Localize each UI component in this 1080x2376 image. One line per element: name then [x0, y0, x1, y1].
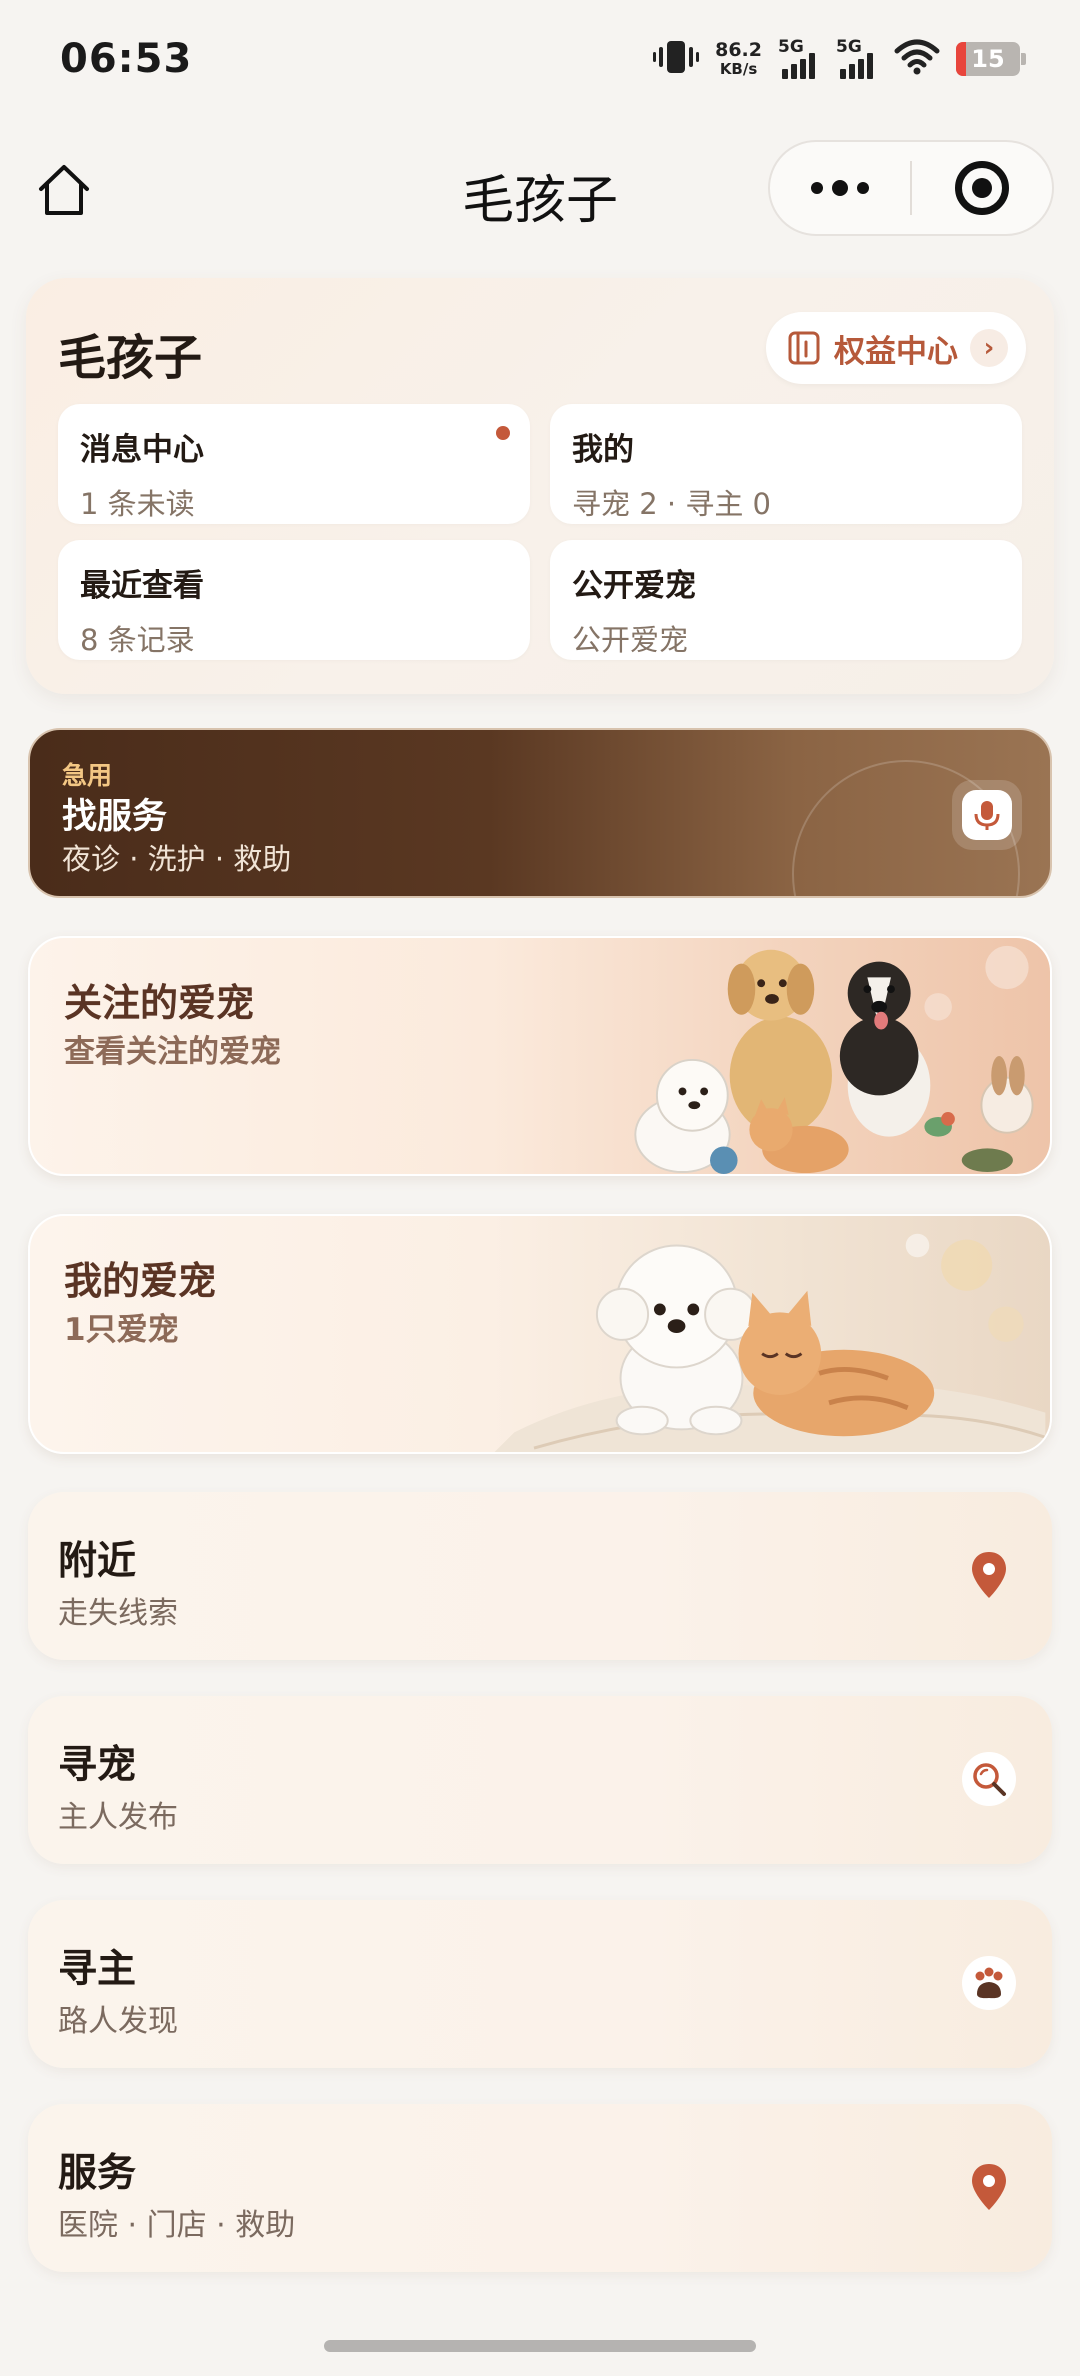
tile-title: 最近查看 — [80, 568, 204, 604]
voice-button[interactable] — [952, 780, 1022, 850]
microphone-icon — [974, 801, 1000, 830]
more-dots-icon — [811, 180, 869, 196]
find-pet-card[interactable]: 寻宠 主人发布 — [28, 1696, 1052, 1864]
chevron-right-icon: › — [970, 329, 1008, 367]
tile-recently-viewed[interactable]: 最近查看 8 条记录 — [58, 540, 530, 660]
wifi-icon — [894, 39, 940, 79]
banner-subtitle: 夜诊 · 洗护 · 救助 — [62, 842, 292, 876]
target-circle-icon — [955, 161, 1009, 215]
quick-tiles: 消息中心 1 条未读 我的 寻宠 2 · 寻主 0 最近查看 8 条记录 公开爱… — [58, 404, 1022, 660]
unread-dot — [496, 426, 510, 440]
tile-title: 公开爱宠 — [572, 568, 696, 604]
card-subtitle: 1只爱宠 — [64, 1312, 179, 1348]
status-bar: 06:53 86.2 KB/s 5G 5G 15 — [0, 0, 1080, 118]
card-subtitle: 查看关注的爱宠 — [64, 1034, 281, 1070]
tile-subtitle: 1 条未读 — [80, 487, 195, 521]
vibrate-icon — [653, 37, 700, 81]
card-title: 服务 — [58, 2151, 137, 2196]
more-button[interactable] — [770, 142, 910, 234]
paw-icon — [956, 1950, 1022, 2016]
nav-bar: 毛孩子 — [0, 130, 1080, 250]
find-service-banner[interactable]: 急用 找服务 夜诊 · 洗护 · 救助 — [28, 728, 1052, 898]
tile-mine[interactable]: 我的 寻宠 2 · 寻主 0 — [550, 404, 1022, 524]
urgent-tag: 急用 — [62, 761, 113, 790]
search-magnifier-icon — [956, 1746, 1022, 1812]
card-subtitle: 路人发现 — [58, 2004, 178, 2039]
signal-strength-icon: 5G — [778, 37, 820, 81]
signal-strength-icon: 5G — [836, 37, 878, 81]
status-time: 06:53 — [60, 36, 193, 82]
app-screen: 06:53 86.2 KB/s 5G 5G 15 毛孩子 毛孩子 权益中心 › … — [0, 0, 1080, 2376]
card-subtitle: 主人发布 — [58, 1800, 178, 1835]
tile-subtitle: 寻宠 2 · 寻主 0 — [572, 487, 771, 521]
card-title: 寻主 — [58, 1947, 137, 1992]
battery-icon: 15 — [956, 42, 1026, 76]
tile-subtitle: 8 条记录 — [80, 623, 195, 657]
tile-public-pets[interactable]: 公开爱宠 公开爱宠 — [550, 540, 1022, 660]
tile-message-center[interactable]: 消息中心 1 条未读 — [58, 404, 530, 524]
services-card[interactable]: 服务 医院 · 门店 · 救助 — [28, 2104, 1052, 2272]
banner-title: 找服务 — [62, 797, 168, 837]
card-title: 附近 — [58, 1539, 137, 1584]
card-title: 寻宠 — [58, 1743, 137, 1788]
card-title: 我的爱宠 — [64, 1259, 217, 1303]
overview-card: 毛孩子 权益中心 › 消息中心 1 条未读 我的 寻宠 2 · 寻主 0 最近查… — [26, 278, 1054, 694]
home-indicator[interactable] — [324, 2340, 756, 2352]
location-pin-icon — [956, 1542, 1022, 1608]
tile-title: 我的 — [572, 432, 634, 468]
overview-title: 毛孩子 — [58, 330, 203, 386]
tile-subtitle: 公开爱宠 — [572, 623, 689, 657]
my-pets-card[interactable]: 我的爱宠 1只爱宠 — [28, 1214, 1052, 1454]
find-owner-card[interactable]: 寻主 路人发现 — [28, 1900, 1052, 2068]
benefit-center-button[interactable]: 权益中心 › — [766, 312, 1026, 384]
location-pin-icon — [956, 2154, 1022, 2220]
nearby-card[interactable]: 附近 走失线索 — [28, 1492, 1052, 1660]
card-title: 关注的爱宠 — [64, 981, 255, 1025]
status-icons: 86.2 KB/s 5G 5G 15 — [653, 36, 1026, 82]
followed-pets-card[interactable]: 关注的爱宠 查看关注的爱宠 — [28, 936, 1052, 1176]
pets-group-illustration — [634, 945, 1034, 1174]
card-subtitle: 走失线索 — [58, 1596, 178, 1631]
card-subtitle: 医院 · 门店 · 救助 — [58, 2208, 296, 2243]
network-speed: 86.2 KB/s — [715, 39, 762, 78]
dog-and-cat-illustration — [494, 1233, 1046, 1452]
benefit-center-label: 权益中心 — [834, 333, 958, 370]
tile-title: 消息中心 — [80, 432, 204, 468]
close-mini-program-button[interactable] — [912, 142, 1052, 234]
mini-program-capsule — [768, 140, 1054, 236]
book-icon — [788, 331, 820, 365]
